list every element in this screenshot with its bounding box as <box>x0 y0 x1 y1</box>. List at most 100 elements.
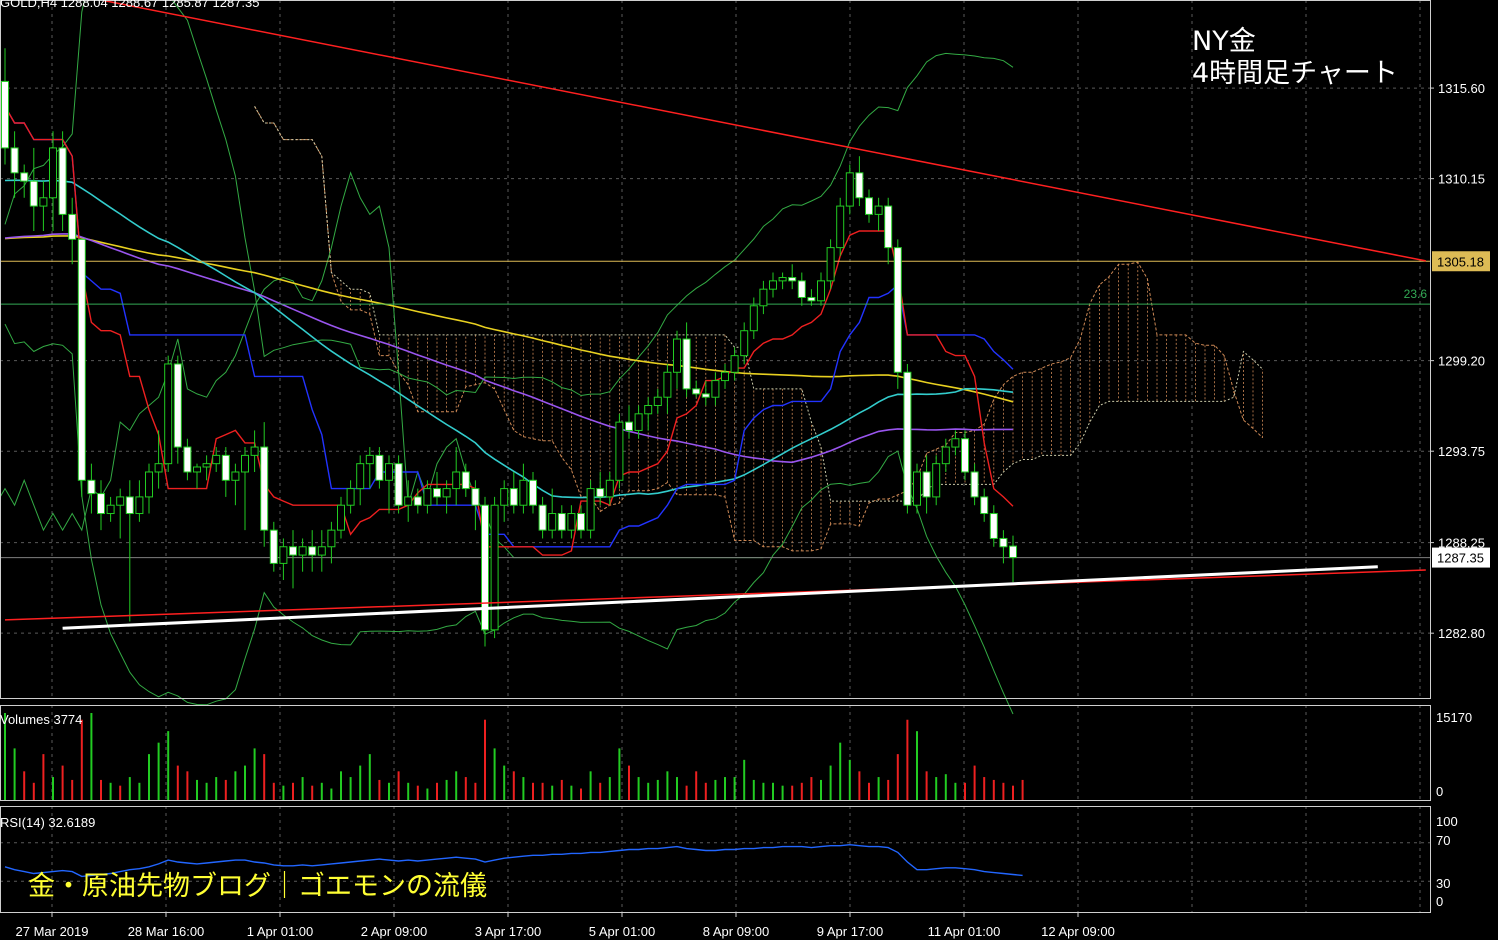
candle-body <box>1009 545 1017 559</box>
candle-body <box>77 238 86 481</box>
candle-body <box>509 488 518 506</box>
candle-body <box>961 438 969 473</box>
candle-body <box>941 446 950 465</box>
candle-body <box>375 454 384 481</box>
candle-body <box>769 280 777 290</box>
candle-body <box>241 454 249 473</box>
span-a <box>254 106 1263 552</box>
price-tag-label: 1305.18 <box>1437 254 1484 269</box>
candle-body <box>423 488 432 506</box>
candle-body <box>922 471 931 498</box>
time-tick-label: 1 Apr 01:00 <box>247 924 314 939</box>
candle-body <box>596 488 605 498</box>
trendline <box>4 569 1426 621</box>
candle-body <box>298 546 307 556</box>
candle-body <box>269 529 278 564</box>
candle-body <box>605 479 614 498</box>
candle-body <box>135 496 144 515</box>
candle-body <box>221 454 230 481</box>
candle-body <box>442 488 451 498</box>
candle-body <box>308 546 317 556</box>
candle-body <box>989 513 998 539</box>
candle-body <box>538 504 547 531</box>
candle-body <box>97 493 105 515</box>
candle-body <box>404 496 413 506</box>
time-tick-label: 5 Apr 01:00 <box>589 924 656 939</box>
time-tick-label: 2 Apr 09:00 <box>361 924 428 939</box>
price-tick-label: 1315.60 <box>1438 81 1485 96</box>
candle-body <box>356 463 365 490</box>
price-chart: 1305.18 23.6 1287.35 1315.60 1310.15 1299.20… <box>0 0 1490 939</box>
candle-body <box>634 413 643 431</box>
candle-body <box>836 205 845 249</box>
volume-tick-label: 0 <box>1436 784 1443 799</box>
candle-body <box>740 330 749 357</box>
candle-body <box>692 388 701 395</box>
candle-body <box>586 488 595 531</box>
fib-label: 23.6 <box>1404 287 1428 301</box>
chart-caption: NY金 4時間足チャート <box>1192 26 1398 90</box>
candle-body <box>183 446 192 473</box>
candle-body <box>778 277 787 282</box>
candles <box>1 48 1017 647</box>
candle-body <box>682 338 691 390</box>
candle-body <box>673 338 681 373</box>
price-tick-label: 1282.80 <box>1438 626 1485 641</box>
candle-body <box>663 371 672 398</box>
candle-body <box>125 496 134 515</box>
candle-body <box>500 488 509 506</box>
candle-body <box>433 488 441 498</box>
candle-body <box>154 463 163 473</box>
time-tick-label: 8 Apr 09:00 <box>703 924 770 939</box>
candle-body <box>20 172 29 182</box>
candle-body <box>164 363 173 465</box>
volume-label: Volumes 3774 <box>0 712 83 727</box>
candle-body <box>490 504 499 631</box>
horizontal-levels: 1305.18 23.6 1287.35 <box>0 251 1490 568</box>
candle-body <box>797 280 806 298</box>
price-tag-label: 1287.35 <box>1437 551 1484 566</box>
candle-body <box>279 546 288 564</box>
candle-body <box>519 479 528 506</box>
candle-body <box>365 454 374 465</box>
candle-body <box>394 463 403 506</box>
candle-body <box>644 405 653 415</box>
candle-body <box>759 288 768 307</box>
candle-body <box>999 537 1008 548</box>
candle-body <box>461 471 470 490</box>
candle-body <box>970 471 979 498</box>
candle-body <box>49 147 57 199</box>
candle-body <box>39 197 48 207</box>
candle-body <box>58 147 67 215</box>
trendline <box>62 565 1378 630</box>
candle-body <box>951 438 960 448</box>
rsi-tick-label: 0 <box>1436 894 1443 909</box>
candle-body <box>289 546 297 556</box>
candle-body <box>749 305 758 332</box>
candle-body <box>865 197 873 215</box>
candle-body <box>452 471 461 490</box>
time-tick-label: 11 Apr 01:00 <box>928 924 1001 939</box>
caption-line-2: 4時間足チャート <box>1192 58 1398 89</box>
price-tick-label: 1288.25 <box>1438 536 1485 551</box>
candle-body <box>826 247 835 282</box>
time-tick-label: 9 Apr 17:00 <box>817 924 884 939</box>
candle-body <box>807 296 816 302</box>
candle-body <box>317 546 326 556</box>
bollinger-lower <box>4 323 1014 715</box>
candle-body <box>337 504 345 531</box>
time-tick-label: 28 Mar 16:00 <box>128 924 205 939</box>
candle-body <box>577 513 585 531</box>
candle-body <box>932 463 941 498</box>
candle-body <box>87 479 96 495</box>
candle-body <box>231 471 240 481</box>
candle-body <box>413 496 422 506</box>
price-tick-label: 1293.75 <box>1438 444 1485 459</box>
candle-body <box>730 355 739 373</box>
price-tick-label: 1310.15 <box>1438 172 1485 187</box>
volume-panel <box>4 713 1024 800</box>
candle-body <box>893 247 902 373</box>
candle-body <box>567 513 576 531</box>
candle-body <box>903 371 912 506</box>
candle-body <box>557 513 566 531</box>
